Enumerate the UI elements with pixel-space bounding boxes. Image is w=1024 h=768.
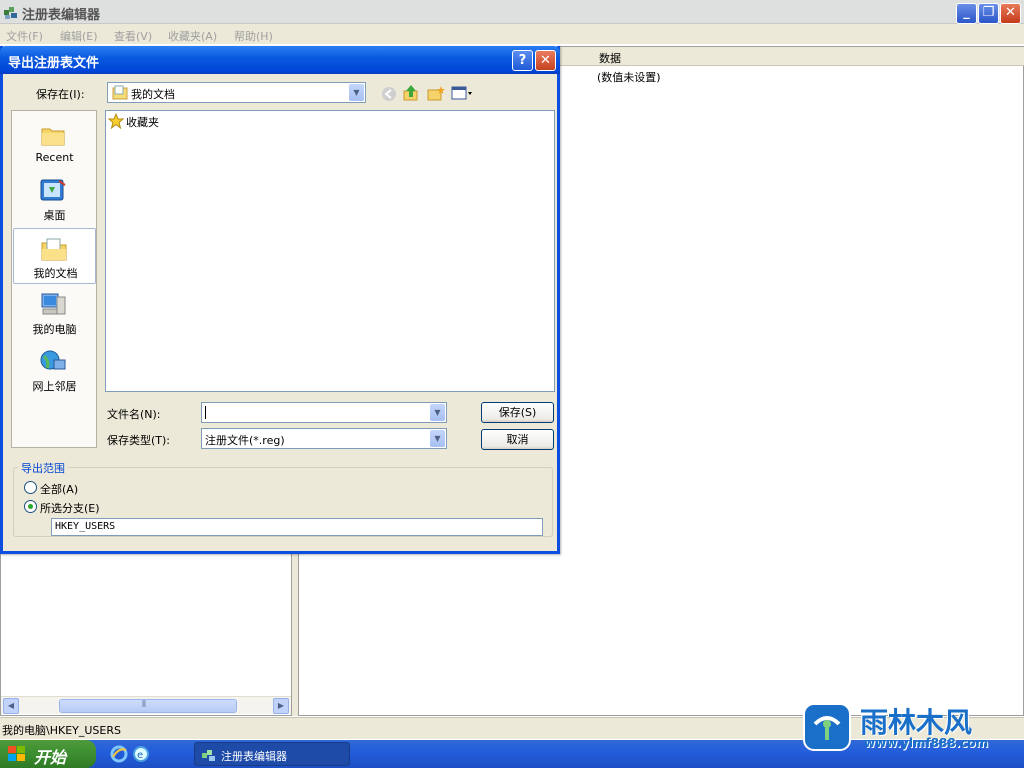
cancel-button[interactable]: 取消 <box>481 429 554 450</box>
ie-icon[interactable] <box>110 745 128 763</box>
restore-button[interactable]: ❐ <box>978 3 999 24</box>
chevron-down-icon[interactable]: ▼ <box>430 430 445 447</box>
favorites-star-icon <box>107 112 125 130</box>
column-header-data[interactable]: 数据 <box>599 50 621 66</box>
value-data-cell[interactable]: (数值未设置) <box>597 69 661 85</box>
text-cursor <box>205 406 206 419</box>
menu-bar: 文件(F) 编辑(E) 查看(V) 收藏夹(A) 帮助(H) <box>0 24 1024 45</box>
chevron-down-icon[interactable]: ▼ <box>430 404 445 421</box>
regedit-icon <box>201 747 217 763</box>
place-my-documents[interactable]: 我的文档 <box>13 228 96 284</box>
my-documents-icon <box>40 235 68 263</box>
my-documents-icon <box>112 85 128 100</box>
scroll-grip: ⦀ <box>142 700 146 710</box>
place-label: 我的电脑 <box>32 323 77 336</box>
file-list[interactable]: 收藏夹 <box>105 110 555 392</box>
place-network[interactable]: 网上邻居 <box>13 342 96 398</box>
menu-favorites[interactable]: 收藏夹(A) <box>168 28 217 44</box>
help-button[interactable]: ? <box>512 50 533 71</box>
up-folder-icon[interactable] <box>403 84 419 102</box>
watermark-url: www.ylmf888.com <box>864 736 989 750</box>
back-icon[interactable] <box>381 86 397 102</box>
recent-icon <box>39 121 67 149</box>
taskbar-item-label: 注册表编辑器 <box>221 750 287 763</box>
start-label: 开始 <box>34 748 67 767</box>
menu-view[interactable]: 查看(V) <box>114 28 152 44</box>
status-path: 我的电脑\HKEY_USERS <box>2 724 121 737</box>
place-label: 我的文档 <box>33 267 78 280</box>
filetype-dropdown[interactable]: 注册文件(*.reg) ▼ <box>201 428 447 449</box>
branch-input[interactable]: HKEY_USERS <box>51 518 543 536</box>
ylmf-logo <box>802 702 852 752</box>
save-in-label: 保存在(I): <box>36 88 85 101</box>
dialog-title: 导出注册表文件 <box>8 56 100 71</box>
filetype-value: 注册文件(*.reg) <box>205 434 285 447</box>
export-range-label: 导出范围 <box>18 460 68 476</box>
save-in-value: 我的文档 <box>131 88 175 101</box>
scroll-right-button[interactable]: ▶ <box>273 698 289 714</box>
filename-input[interactable]: ▼ <box>201 402 447 423</box>
place-label: 桌面 <box>43 209 66 222</box>
tree-horizontal-scrollbar[interactable]: ◀ ⦀ ▶ <box>1 696 291 714</box>
network-places-icon <box>39 348 67 376</box>
view-menu-icon[interactable] <box>451 86 473 101</box>
scroll-left-button[interactable]: ◀ <box>3 698 19 714</box>
watermark: 雨林木风 www.ylmf888.com <box>802 700 1024 754</box>
chevron-down-icon[interactable]: ▼ <box>349 84 364 101</box>
place-label: 网上邻居 <box>32 380 77 393</box>
file-name: 收藏夹 <box>126 116 159 129</box>
svg-text:e: e <box>137 750 143 761</box>
minimize-button[interactable]: _ <box>956 3 977 24</box>
place-my-computer[interactable]: 我的电脑 <box>13 285 96 341</box>
places-bar: Recent 桌面 我的文档 我的电脑 网上邻居 <box>11 110 97 448</box>
filetype-label: 保存类型(T): <box>107 434 171 447</box>
place-recent[interactable]: Recent <box>13 115 96 171</box>
close-button[interactable]: ✕ <box>1000 3 1021 24</box>
filename-label: 文件名(N): <box>107 408 161 421</box>
my-computer-icon <box>39 291 67 319</box>
window-title: 注册表编辑器 <box>22 8 101 23</box>
windows-logo-icon <box>8 746 26 762</box>
save-in-dropdown[interactable]: 我的文档 ▼ <box>107 82 366 103</box>
radio-all-label[interactable]: 全部(A) <box>40 481 78 497</box>
place-label: Recent <box>35 151 74 164</box>
quick-launch-icon[interactable]: e <box>132 745 150 763</box>
radio-dot <box>28 504 33 509</box>
new-folder-icon[interactable] <box>427 85 445 101</box>
desktop-icon <box>39 177 67 205</box>
watermark-brand: 雨林木风 <box>860 706 973 739</box>
save-button[interactable]: 保存(S) <box>481 402 554 423</box>
menu-edit[interactable]: 编辑(E) <box>60 28 98 44</box>
radio-all[interactable] <box>24 481 37 494</box>
export-registry-dialog: 导出注册表文件 ? ✕ 保存在(I): 我的文档 ▼ Recent 桌面 我的文… <box>0 46 560 554</box>
menu-file[interactable]: 文件(F) <box>6 28 43 44</box>
dialog-close-button[interactable]: ✕ <box>535 50 556 71</box>
main-title-bar: 注册表编辑器 _ ❐ ✕ <box>0 0 1024 24</box>
scroll-thumb[interactable]: ⦀ <box>59 699 237 713</box>
regedit-icon <box>3 4 19 20</box>
place-desktop[interactable]: 桌面 <box>13 171 96 227</box>
radio-selected-label[interactable]: 所选分支(E) <box>40 500 100 516</box>
radio-selected-branch[interactable] <box>24 500 37 513</box>
dialog-title-bar[interactable]: 导出注册表文件 ? ✕ <box>0 46 560 74</box>
start-button[interactable]: 开始 <box>0 740 96 768</box>
taskbar-regedit-button[interactable]: 注册表编辑器 <box>194 742 350 766</box>
menu-help[interactable]: 帮助(H) <box>234 28 273 44</box>
